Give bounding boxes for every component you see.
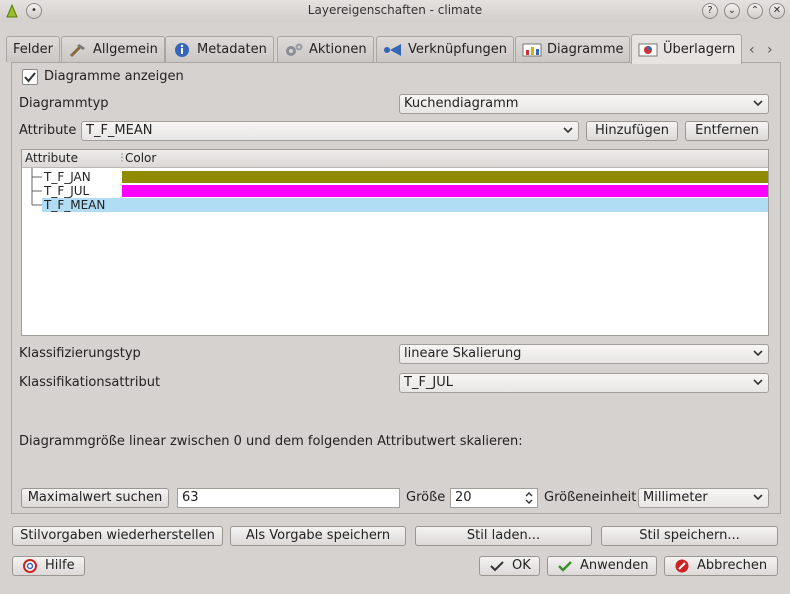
tab-bar: Felder Allgemein Metadaten Aktionen Verk… <box>0 34 790 64</box>
attribute-select[interactable]: T_F_MEAN <box>81 121 579 141</box>
row-color-swatch[interactable] <box>122 171 768 183</box>
row-attribute-name: T_F_JUL <box>44 184 90 198</box>
info-icon <box>175 42 189 57</box>
tab-allgemein[interactable]: Allgemein <box>61 36 165 62</box>
restore-style-button[interactable]: Stilvorgaben wiederherstellen <box>12 526 223 546</box>
gears-icon <box>286 43 303 56</box>
tools-icon <box>69 43 85 57</box>
tab-verknuepfungen[interactable]: Verknüpfungen <box>376 36 515 62</box>
tab-label: Überlagern <box>663 42 736 57</box>
chevron-down-icon <box>753 494 763 501</box>
ok-label: OK <box>512 558 531 573</box>
ok-button[interactable]: OK <box>479 556 540 576</box>
apply-button[interactable]: Anwenden <box>547 556 657 576</box>
diagram-type-label: Diagrammtyp <box>19 96 109 111</box>
diagram-icon <box>522 43 542 56</box>
tab-label: Diagramme <box>547 42 624 57</box>
show-diagrams-checkbox[interactable] <box>22 69 38 85</box>
cancel-button[interactable]: Abbrechen <box>664 556 778 576</box>
chevron-down-icon <box>563 127 573 134</box>
save-style-button[interactable]: Stil speichern... <box>601 526 778 546</box>
show-diagrams-label: Diagramme anzeigen <box>44 69 184 84</box>
join-icon <box>384 43 401 56</box>
table-header: Attribute ⁝ Color <box>22 150 768 168</box>
checkmark-icon <box>490 561 504 572</box>
classification-attribute-select[interactable]: T_F_JUL <box>399 373 769 393</box>
tab-scroll-left-icon[interactable]: ‹ <box>749 42 755 58</box>
chevron-down-icon <box>753 100 763 107</box>
tab-label: Aktionen <box>309 42 367 57</box>
unit-value: Millimeter <box>643 490 708 505</box>
diagram-type-select[interactable]: Kuchendiagramm <box>399 94 769 114</box>
max-value-field[interactable]: 63 <box>177 488 400 508</box>
tab-felder[interactable]: Felder <box>6 36 60 62</box>
tab-label: Allgemein <box>93 42 158 57</box>
tab-diagramme[interactable]: Diagramme <box>515 36 631 62</box>
spin-arrows-icon[interactable] <box>524 491 534 505</box>
attribute-color-table[interactable]: Attribute ⁝ Color T_F_JAN T_F_JUL T_F_ME… <box>21 149 769 336</box>
row-attribute-name: T_F_MEAN <box>44 198 106 212</box>
table-row[interactable]: T_F_JUL <box>22 184 768 198</box>
maximize-button[interactable]: ⌃ <box>747 3 763 19</box>
scaling-description: Diagrammgröße linear zwischen 0 und dem … <box>19 434 523 449</box>
attribute-value: T_F_MEAN <box>86 123 153 138</box>
attribute-label: Attribute <box>19 123 77 138</box>
classification-type-value: lineare Skalierung <box>404 346 522 361</box>
close-button[interactable]: ✕ <box>769 3 785 19</box>
table-row[interactable]: T_F_JAN <box>22 170 768 184</box>
tab-scroll-right-icon[interactable]: › <box>767 42 773 58</box>
tab-label: Verknüpfungen <box>408 42 508 57</box>
checkmark-icon <box>24 72 36 83</box>
tab-label: Felder <box>13 42 53 57</box>
tab-aktionen[interactable]: Aktionen <box>277 36 374 62</box>
remove-attribute-button[interactable]: Entfernen <box>685 121 769 141</box>
unit-label: Größeneinheit <box>544 490 637 505</box>
tab-label: Metadaten <box>197 42 267 57</box>
chevron-down-icon <box>753 350 763 357</box>
size-spinbox[interactable]: 20 <box>450 488 538 508</box>
help-label: Hilfe <box>45 558 75 573</box>
size-label: Größe <box>406 490 446 505</box>
title-bar: • Layereigenschaften - climate ? ⌄ ⌃ ✕ <box>0 0 790 22</box>
cancel-label: Abbrechen <box>697 558 768 573</box>
classification-attribute-label: Klassifikationsattribut <box>19 375 161 390</box>
help-lifebuoy-icon <box>23 559 37 573</box>
add-attribute-button[interactable]: Hinzufügen <box>586 121 678 141</box>
column-header-attribute[interactable]: Attribute <box>25 151 78 165</box>
classification-type-select[interactable]: lineare Skalierung <box>399 344 769 364</box>
cancel-icon <box>675 559 689 573</box>
diagram-type-value: Kuchendiagramm <box>404 96 519 111</box>
window-title: Layereigenschaften - climate <box>307 3 483 17</box>
chevron-down-icon <box>753 379 763 386</box>
minimize-button[interactable]: ⌄ <box>724 3 740 19</box>
table-row-selected[interactable]: T_F_MEAN <box>42 198 768 212</box>
tab-metadaten[interactable]: Metadaten <box>165 36 274 62</box>
save-default-style-button[interactable]: Als Vorgabe speichern <box>230 526 406 546</box>
apply-label: Anwenden <box>580 558 649 573</box>
classification-attribute-value: T_F_JUL <box>404 375 454 390</box>
tab-ueberlagern[interactable]: Überlagern <box>631 34 743 64</box>
overlay-icon <box>638 43 658 56</box>
apply-check-icon <box>558 561 572 572</box>
find-maximum-button[interactable]: Maximalwert suchen <box>21 488 169 508</box>
load-style-button[interactable]: Stil laden... <box>415 526 592 546</box>
size-value: 20 <box>455 490 472 505</box>
help-title-button[interactable]: ? <box>702 3 718 19</box>
column-header-color[interactable]: Color <box>125 151 156 165</box>
row-color-swatch[interactable] <box>122 185 768 197</box>
help-button[interactable]: Hilfe <box>12 556 85 576</box>
row-attribute-name: T_F_JAN <box>44 170 91 184</box>
classification-type-label: Klassifizierungstyp <box>19 346 141 361</box>
column-divider: ⁝ <box>120 151 125 166</box>
unit-select[interactable]: Millimeter <box>638 488 769 508</box>
